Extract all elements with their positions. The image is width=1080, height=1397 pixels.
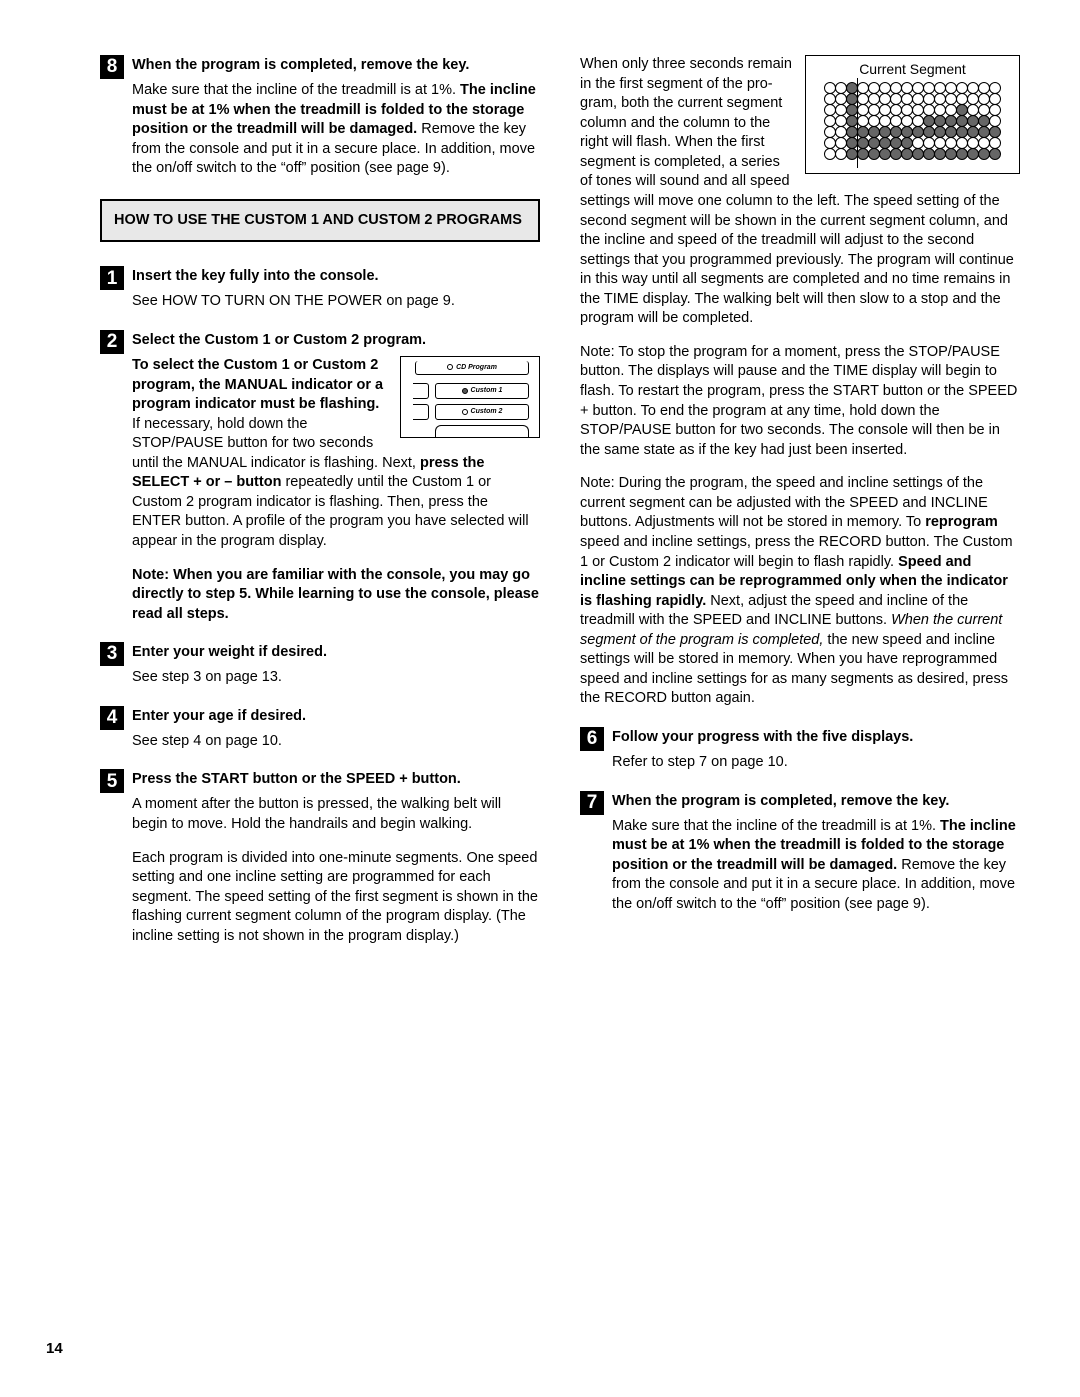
step-3-body: See step 3 on page 13. bbox=[132, 668, 540, 688]
left-column: 8 When the program is completed, remove … bbox=[100, 55, 540, 964]
step-3-text: See step 3 on page 13. bbox=[132, 668, 540, 688]
step-2-body: CD Program Custom 1 Custom 2 To select t… bbox=[132, 356, 540, 624]
step-5-p2: Each program is divided into one-minute … bbox=[132, 849, 540, 947]
right-p2: Note: To stop the program for a moment, … bbox=[580, 343, 1020, 460]
step-1-body: See HOW TO TURN ON THE POWER on page 9. bbox=[132, 292, 540, 312]
step-6-body: Refer to step 7 on page 10. bbox=[612, 753, 1020, 773]
step-5-p1: A moment after the button is pressed, th… bbox=[132, 795, 540, 834]
step-4-text: See step 4 on page 10. bbox=[132, 732, 540, 752]
step-7-text: Make sure that the incline of the treadm… bbox=[612, 817, 1020, 915]
step-4-body: See step 4 on page 10. bbox=[132, 732, 540, 752]
right-column: Current Segment When only three seconds … bbox=[580, 55, 1020, 964]
right-p3: Note: During the program, the speed and … bbox=[580, 474, 1020, 709]
indicator-dot-filled-icon bbox=[462, 388, 468, 394]
console-illustration: CD Program Custom 1 Custom 2 bbox=[400, 356, 540, 438]
step-8-body: Make sure that the incline of the treadm… bbox=[132, 81, 540, 179]
two-column-layout: 8 When the program is completed, remove … bbox=[100, 55, 1020, 964]
step-number-2: 2 bbox=[100, 330, 124, 354]
step-6-header: 6 Follow your progress with the five dis… bbox=[580, 727, 1020, 751]
segment-illustration: Current Segment bbox=[805, 55, 1020, 174]
right-body: Current Segment When only three seconds … bbox=[580, 55, 1020, 709]
step-8-title: When the program is completed, remove th… bbox=[132, 55, 469, 76]
indicator-dot-icon bbox=[462, 409, 468, 415]
step-7-header: 7 When the program is completed, remove … bbox=[580, 791, 1020, 815]
page-number: 14 bbox=[46, 1339, 63, 1359]
step-1-text: See HOW TO TURN ON THE POWER on page 9. bbox=[132, 292, 540, 312]
step-2-p2: Note: When you are familiar with the con… bbox=[132, 566, 540, 625]
step-5-body: A moment after the button is pressed, th… bbox=[132, 795, 540, 946]
step-2-title: Select the Custom 1 or Custom 2 program. bbox=[132, 330, 426, 351]
console-custom2: Custom 2 bbox=[435, 404, 529, 420]
step-number-4: 4 bbox=[100, 706, 124, 730]
step-3-title: Enter your weight if desired. bbox=[132, 642, 327, 663]
step-number-1: 1 bbox=[100, 266, 124, 290]
step-8-text: Make sure that the incline of the treadm… bbox=[132, 81, 540, 179]
step-7-title: When the program is completed, remove th… bbox=[612, 791, 949, 812]
console-top-label: CD Program bbox=[415, 361, 529, 375]
step-1-title: Insert the key fully into the console. bbox=[132, 266, 379, 287]
console-custom1: Custom 1 bbox=[435, 383, 529, 399]
console-left-tab-1 bbox=[413, 383, 429, 399]
console-left-tab-2 bbox=[413, 404, 429, 420]
step-5-title: Press the START button or the SPEED + bu… bbox=[132, 769, 461, 790]
console-bottom-shape bbox=[435, 425, 529, 437]
step-4-title: Enter your age if desired. bbox=[132, 706, 306, 727]
step-number-8: 8 bbox=[100, 55, 124, 79]
step-7-body: Make sure that the incline of the treadm… bbox=[612, 817, 1020, 915]
step-6-title: Follow your progress with the five displ… bbox=[612, 727, 913, 748]
step-4-header: 4 Enter your age if desired. bbox=[100, 706, 540, 730]
step-3-header: 3 Enter your weight if desired. bbox=[100, 642, 540, 666]
step-number-3: 3 bbox=[100, 642, 124, 666]
section-heading: HOW TO USE THE CUSTOM 1 AND CUSTOM 2 PRO… bbox=[100, 199, 540, 243]
step-6-text: Refer to step 7 on page 10. bbox=[612, 753, 1020, 773]
step-1-header: 1 Insert the key fully into the console. bbox=[100, 266, 540, 290]
segment-title: Current Segment bbox=[812, 60, 1013, 79]
step-8-header: 8 When the program is completed, remove … bbox=[100, 55, 540, 79]
step-number-7: 7 bbox=[580, 791, 604, 815]
step-2-header: 2 Select the Custom 1 or Custom 2 progra… bbox=[100, 330, 540, 354]
segment-grid-icon bbox=[825, 82, 1001, 160]
step-number-5: 5 bbox=[100, 769, 124, 793]
step-5-header: 5 Press the START button or the SPEED + … bbox=[100, 769, 540, 793]
indicator-dot-icon bbox=[447, 364, 453, 370]
step-number-6: 6 bbox=[580, 727, 604, 751]
segment-marker-line bbox=[857, 78, 858, 168]
